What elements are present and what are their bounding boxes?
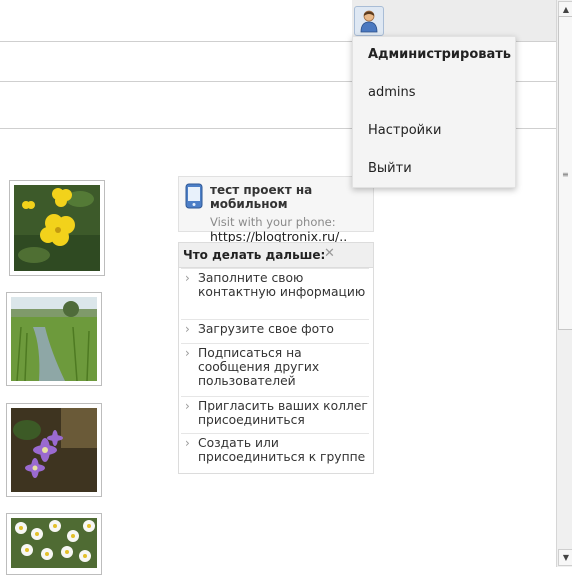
next-step-invite-colleagues[interactable]: › Пригласить ваших коллег присоединиться	[181, 396, 369, 433]
menu-item-settings[interactable]: Настройки	[368, 123, 441, 138]
menu-item-admin[interactable]: Администрировать	[368, 47, 511, 62]
stream-landscape-image	[11, 297, 97, 381]
chevron-right-icon: ›	[185, 399, 190, 413]
close-icon[interactable]: ✕	[324, 246, 335, 261]
next-step-label: Подписаться на сообщения других пользова…	[198, 346, 320, 388]
daisies-image	[11, 518, 97, 568]
next-step-label: Пригласить ваших коллег присоединиться	[198, 399, 368, 427]
photo-thumbnail-stream[interactable]	[6, 292, 102, 386]
chevron-right-icon: ›	[185, 271, 190, 285]
vertical-scrollbar[interactable]: ▲ ≡ ▼	[556, 0, 572, 567]
photo-thumbnail-daisies[interactable]	[6, 513, 102, 575]
user-dropdown-menu: Администрировать admins Настройки Выйти	[352, 36, 516, 188]
chevron-right-icon: ›	[185, 346, 190, 360]
menu-item-username[interactable]: admins	[368, 85, 416, 100]
purple-flower-image	[11, 408, 97, 492]
mobile-project-box: тест проект на мобильном Visit with your…	[178, 176, 374, 244]
next-steps-panel: Что делать дальше: ✕ › Заполните свою ко…	[178, 242, 374, 474]
photo-thumbnail-flower[interactable]	[9, 180, 105, 276]
next-step-label: Заполните свою контактную информацию	[198, 271, 366, 299]
scrollbar-grip-icon: ≡	[562, 170, 569, 179]
chevron-right-icon: ›	[185, 436, 190, 450]
next-step-join-group[interactable]: › Создать или присоединиться к группе	[181, 433, 369, 470]
next-steps-title: Что делать дальше:	[183, 248, 326, 262]
next-step-follow-users[interactable]: › Подписаться на сообщения других пользо…	[181, 343, 369, 396]
yellow-flower-image	[14, 185, 100, 271]
mobile-project-title[interactable]: тест проект на мобильном	[210, 183, 370, 211]
menu-item-logout[interactable]: Выйти	[368, 161, 412, 176]
photo-thumbnail-clematis[interactable]	[6, 403, 102, 497]
mobile-phone-icon	[185, 183, 203, 212]
scrollbar-thumb[interactable]: ≡	[558, 16, 572, 330]
next-step-upload-photo[interactable]: › Загрузите свое фото	[181, 319, 369, 343]
mobile-visit-text: Visit with your phone:	[210, 215, 336, 229]
user-icon[interactable]	[354, 6, 384, 36]
chevron-right-icon: ›	[185, 322, 190, 336]
next-step-contact-info[interactable]: › Заполните свою контактную информацию	[181, 268, 369, 319]
next-step-label: Загрузите свое фото	[198, 322, 334, 336]
next-steps-header: Что делать дальше: ✕	[179, 243, 373, 268]
scroll-down-arrow-icon[interactable]: ▼	[558, 549, 572, 566]
next-step-label: Создать или присоединиться к группе	[198, 436, 366, 464]
